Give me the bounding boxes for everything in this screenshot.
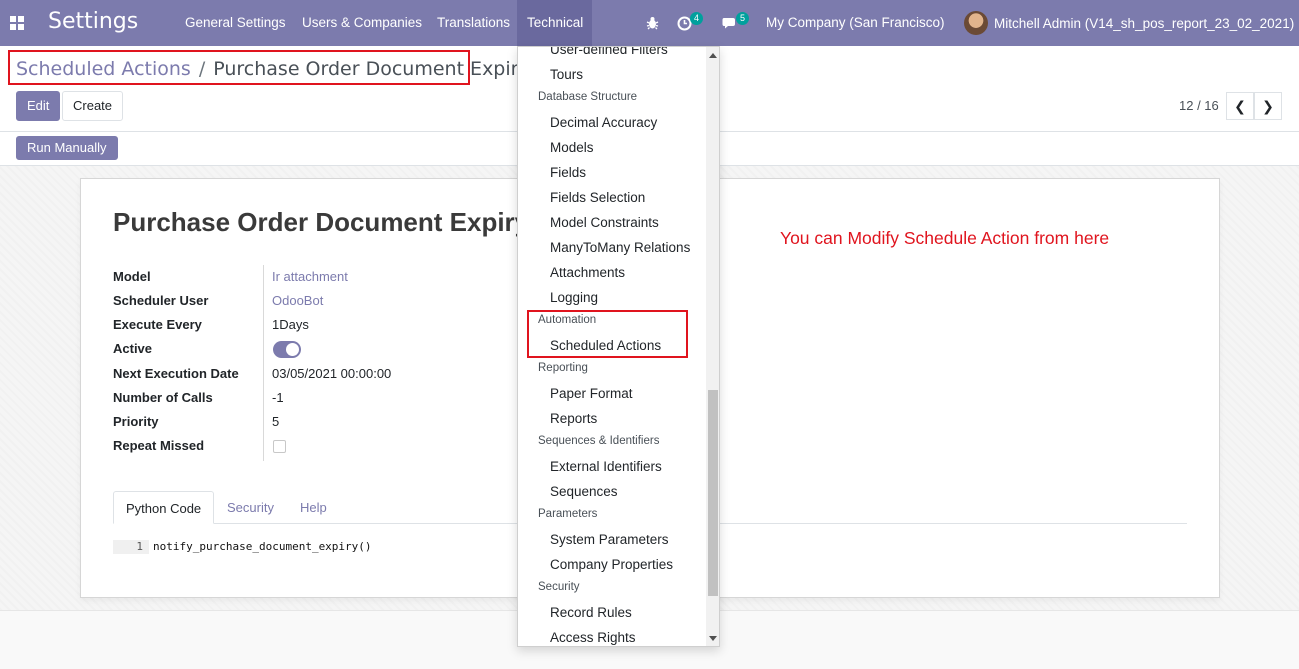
menu-technical[interactable]: Technical [517,0,592,46]
technical-dropdown-menu: User-defined Filters Tours Database Stru… [517,46,720,647]
menu-item-fields[interactable]: Fields [550,165,586,180]
number-of-calls-value: -1 [272,390,284,405]
menu-translations[interactable]: Translations [427,0,520,46]
toggle-knob [286,343,299,356]
code-line-number: 1 [113,540,149,554]
menu-item-models[interactable]: Models [550,140,594,155]
execute-every-label: Execute Every [113,317,202,332]
model-value-link[interactable]: Ir attachment [272,269,348,284]
menu-item-user-defined-filters[interactable]: User-defined Filters [550,47,668,57]
next-execution-date-value: 03/05/2021 00:00:00 [272,366,392,381]
breadcrumb: Scheduled Actions / Purchase Order Docum… [16,58,530,80]
menu-item-model-constraints[interactable]: Model Constraints [550,215,659,230]
tab-help[interactable]: Help [288,491,339,524]
scroll-down-arrow-icon[interactable] [709,636,717,641]
menu-item-external-identifiers[interactable]: External Identifiers [550,459,662,474]
menu-item-record-rules[interactable]: Record Rules [550,605,632,620]
menu-header-database-structure: Database Structure [538,91,638,103]
scrollbar-thumb[interactable] [708,390,718,596]
debug-bug-icon[interactable] [646,0,659,46]
execute-every-value: 1Days [272,317,309,332]
chevron-left-icon: ❮ [1234,97,1246,114]
field-separator-line [263,265,264,461]
app-brand[interactable]: Settings [48,9,138,34]
breadcrumb-separator: / [198,58,206,80]
repeat-missed-label: Repeat Missed [113,438,205,453]
active-toggle[interactable] [273,341,301,358]
menu-item-tours[interactable]: Tours [550,67,583,82]
create-button[interactable]: Create [62,91,124,121]
menu-item-decimal-accuracy[interactable]: Decimal Accuracy [550,115,657,130]
number-of-calls-label: Number of Calls [113,390,213,405]
menu-item-attachments[interactable]: Attachments [550,265,625,280]
top-navbar: Settings General Settings Users & Compan… [0,0,1299,46]
user-menu[interactable]: Mitchell Admin (V14_sh_pos_report_23_02_… [964,0,1294,46]
priority-label: Priority [113,414,159,429]
company-switcher[interactable]: My Company (San Francisco) [766,0,945,46]
tab-python-code[interactable]: Python Code [113,491,215,524]
dropdown-scrollbar[interactable] [706,47,719,646]
user-name: Mitchell Admin (V14_sh_pos_report_23_02_… [994,15,1295,31]
scheduler-user-value-link[interactable]: OdooBot [272,293,323,308]
menu-item-scheduled-actions[interactable]: Scheduled Actions [550,338,661,353]
repeat-missed-checkbox[interactable] [273,440,286,453]
scroll-up-arrow-icon[interactable] [709,53,717,58]
active-label: Active [113,341,153,356]
breadcrumb-current: Purchase Order Document Expiry [213,58,530,80]
next-execution-date-label: Next Execution Date [113,366,239,381]
user-avatar [964,11,988,35]
pager-next-button[interactable]: ❯ [1254,92,1282,120]
menu-item-paper-format[interactable]: Paper Format [550,386,633,401]
scheduler-user-label: Scheduler User [113,293,209,308]
messages-count-badge: 5 [736,11,750,25]
menu-item-logging[interactable]: Logging [550,290,598,305]
pager-previous-button[interactable]: ❮ [1226,92,1254,120]
python-code-editor-line[interactable]: notify_purchase_document_expiry() [153,540,372,554]
apps-menu-icon[interactable] [10,16,24,30]
menu-item-sequences[interactable]: Sequences [550,484,618,499]
menu-header-parameters: Parameters [538,508,598,520]
menu-item-fields-selection[interactable]: Fields Selection [550,190,645,205]
tab-security[interactable]: Security [215,491,286,524]
menu-item-access-rights[interactable]: Access Rights [550,630,636,645]
pager-value[interactable]: 12 / 16 [1179,98,1219,113]
menu-header-automation: Automation [538,314,597,326]
model-label: Model [113,269,151,284]
edit-button[interactable]: Edit [16,91,61,121]
menu-header-reporting: Reporting [538,362,588,374]
run-manually-button[interactable]: Run Manually [16,136,118,160]
breadcrumb-scheduled-actions[interactable]: Scheduled Actions [16,58,191,80]
chevron-right-icon: ❯ [1262,97,1274,114]
menu-users-companies[interactable]: Users & Companies [292,0,432,46]
menu-general-settings[interactable]: General Settings [175,0,296,46]
menu-header-security: Security [538,581,580,593]
record-title: Purchase Order Document Expiry [113,207,530,237]
menu-item-reports[interactable]: Reports [550,411,597,426]
menu-header-sequences-identifiers: Sequences & Identifiers [538,435,660,447]
menu-item-system-parameters[interactable]: System Parameters [550,532,669,547]
activity-clock-icon[interactable]: 4 [677,0,704,46]
priority-value: 5 [272,414,280,429]
messages-chat-icon[interactable]: 5 [722,0,750,46]
menu-item-many2many-relations[interactable]: ManyToMany Relations [550,240,690,255]
menu-item-company-properties[interactable]: Company Properties [550,557,673,572]
activity-count-badge: 4 [690,11,704,25]
annotation-text: You can Modify Schedule Action from here [780,228,1110,248]
